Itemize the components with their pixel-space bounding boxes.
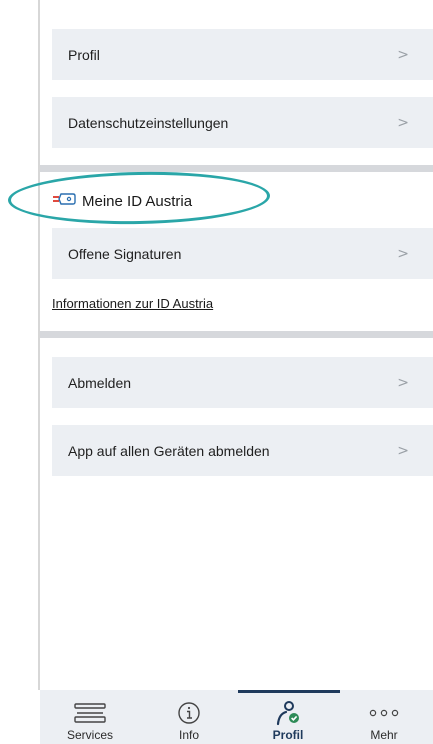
menu-item-label: Datenschutzeinstellungen	[68, 114, 229, 131]
tab-label: Mehr	[370, 728, 398, 742]
chevron-right-icon: >	[397, 442, 409, 459]
tab-profil[interactable]: Profil	[238, 690, 338, 744]
menu-item-profil[interactable]: Profil >	[52, 29, 433, 80]
id-austria-info-link[interactable]: Informationen zur ID Austria	[52, 296, 213, 311]
menu-item-offene-signaturen[interactable]: Offene Signaturen >	[52, 228, 433, 279]
menu-item-abmelden[interactable]: Abmelden >	[52, 357, 433, 408]
info-circle-icon	[177, 700, 201, 726]
bottom-navigation: Services Info Profil Mehr	[40, 690, 433, 744]
chevron-right-icon: >	[397, 374, 409, 391]
id-austria-logo-icon	[52, 192, 76, 211]
tab-mehr[interactable]: Mehr	[334, 690, 433, 744]
section-divider	[40, 331, 433, 338]
tab-label: Services	[66, 728, 113, 742]
menu-item-label: Abmelden	[68, 374, 132, 391]
tab-services[interactable]: Services	[40, 690, 140, 744]
chevron-right-icon: >	[397, 245, 409, 262]
tab-label: Profil	[272, 728, 304, 742]
more-dots-icon	[368, 700, 400, 726]
profile-verified-icon	[273, 700, 303, 726]
chevron-right-icon: >	[397, 114, 409, 131]
menu-item-datenschutz[interactable]: Datenschutzeinstellungen >	[52, 97, 433, 148]
services-stack-icon	[72, 700, 108, 726]
tab-label: Info	[178, 728, 199, 742]
menu-item-label: App auf allen Geräten abmelden	[68, 442, 270, 459]
menu-item-abmelden-alle-geraete[interactable]: App auf allen Geräten abmelden >	[52, 425, 433, 476]
id-austria-title: Meine ID Austria	[82, 192, 193, 210]
menu-item-label: Offene Signaturen	[68, 245, 182, 262]
chevron-right-icon: >	[397, 46, 409, 63]
section-divider	[40, 165, 433, 172]
tab-info[interactable]: Info	[139, 690, 239, 744]
menu-item-label: Profil	[68, 46, 100, 63]
id-austria-section-title: Meine ID Austria	[52, 189, 192, 213]
profile-menu: Profil > Datenschutzeinstellungen > Mein…	[40, 0, 433, 690]
